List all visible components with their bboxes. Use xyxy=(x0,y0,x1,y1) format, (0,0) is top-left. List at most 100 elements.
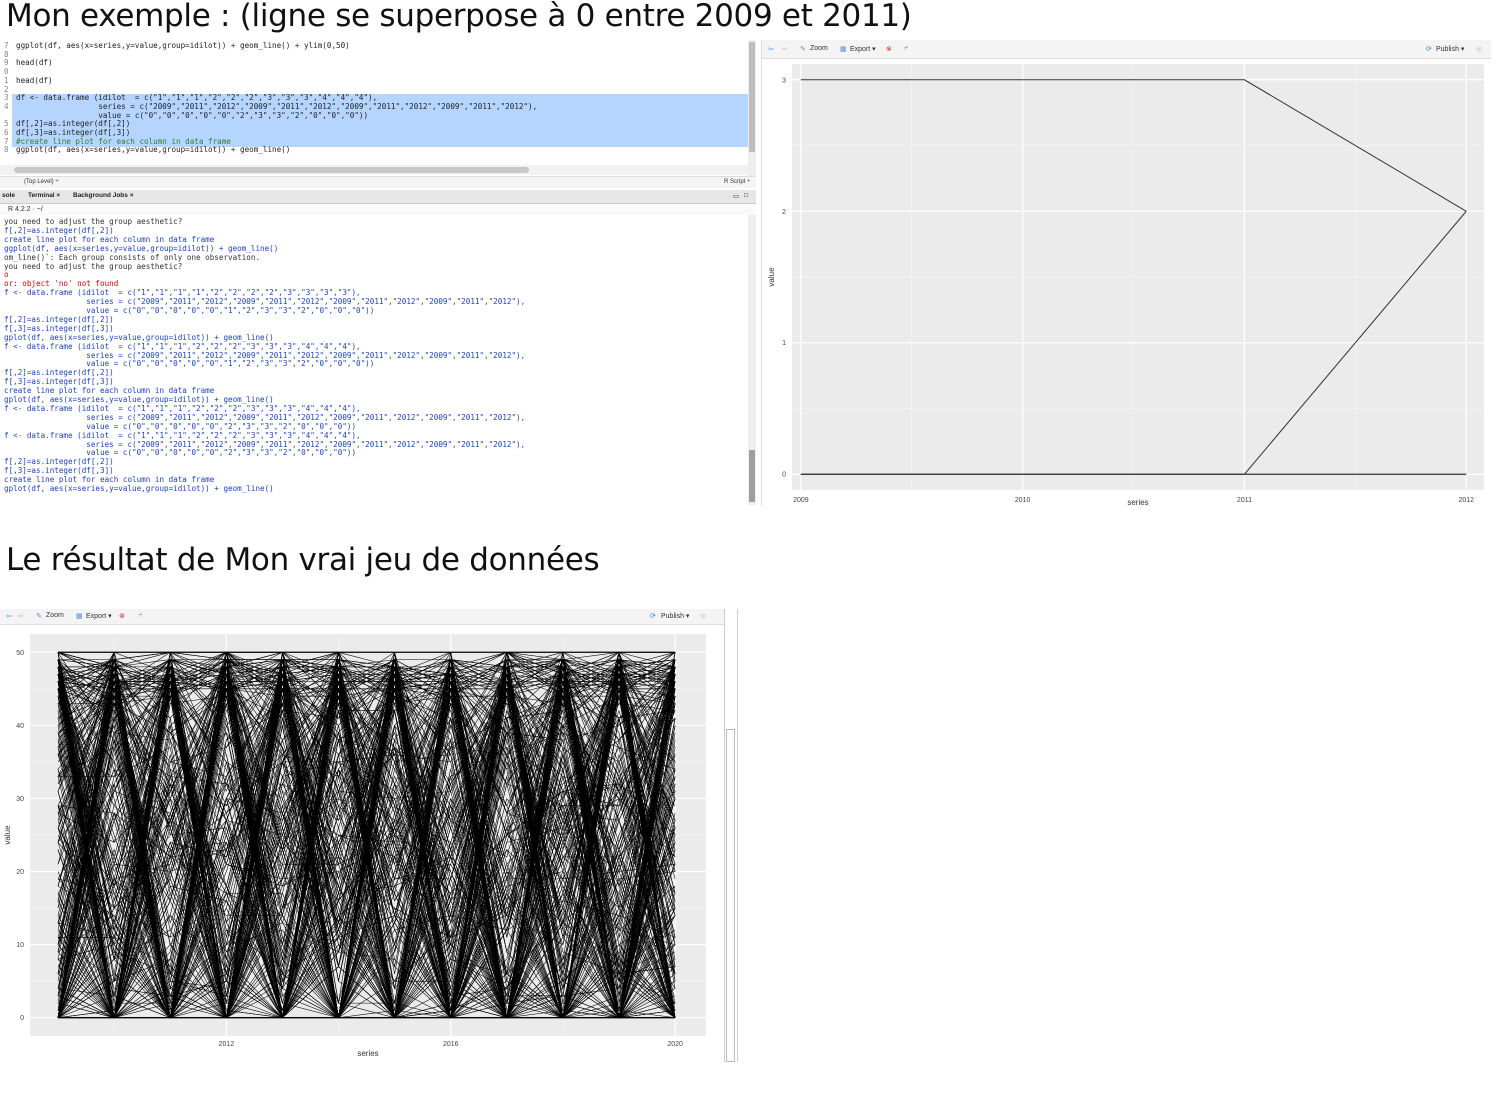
zoom-icon[interactable]: ✎ xyxy=(36,612,42,620)
code-text: ggplot(df, aes(x=series,y=value,group=id… xyxy=(16,145,291,155)
x-tick-label: 2012 xyxy=(219,1041,235,1048)
scope-selector[interactable]: (Top Level) ÷ xyxy=(24,179,59,185)
forward-arrow-icon[interactable]: ⇨ xyxy=(782,45,788,53)
remove-plot-icon[interactable]: ⊗ xyxy=(119,612,125,620)
back-arrow-icon[interactable]: ⇦ xyxy=(768,45,774,53)
console-line: gplot(df, aes(x=series,y=value,group=idi… xyxy=(4,484,274,493)
minimize-icon[interactable]: ▭ xyxy=(733,192,739,200)
code-line[interactable]: 6 df[,3]=as.integer(df[,3]) xyxy=(0,128,130,137)
code-line[interactable]: 7 #create line plot for each column in da… xyxy=(0,137,231,146)
maximize-icon[interactable]: □ xyxy=(744,192,748,199)
tab-background-jobs[interactable]: Background Jobs × xyxy=(73,192,134,199)
code-line[interactable]: 0 xyxy=(0,67,16,76)
code-line[interactable]: 2 xyxy=(0,85,16,94)
y-tick-label: 10 xyxy=(16,942,24,949)
console-line: f[,3]=as.integer(df[,3]) xyxy=(4,323,114,333)
console-line: om_line()`: Each group consists of only … xyxy=(4,252,261,262)
line-number: 7 xyxy=(4,136,9,146)
x-tick-label: 2010 xyxy=(1015,497,1031,504)
line-number: 5 xyxy=(4,119,9,129)
zoom-icon[interactable]: ✎ xyxy=(800,45,806,53)
export-button[interactable]: Export ▾ xyxy=(850,45,876,53)
editor-hscrollbar[interactable] xyxy=(0,165,748,175)
console-line: you need to adjust the group aesthetic? xyxy=(4,217,183,226)
console-line: series = c("2009","2011","2012","2009","… xyxy=(4,297,526,307)
zoom-button[interactable]: Zoom xyxy=(810,45,828,52)
code-text: value = c("0","0","0","0","0","2","3","3… xyxy=(16,110,369,120)
code-line[interactable]: 3 df <- data.frame (idilot = c("1","1","1… xyxy=(0,93,377,102)
y-tick-label: 0 xyxy=(782,472,786,479)
console-line: create line plot for each column in data… xyxy=(4,475,215,485)
code-line[interactable]: 9 head(df) xyxy=(0,58,53,67)
console-line: f <- data.frame (idilot = c("1","1","1",… xyxy=(4,288,361,298)
back-arrow-icon[interactable]: ⇦ xyxy=(6,612,12,620)
console-line: you need to adjust the group aesthetic? xyxy=(4,261,183,271)
tab-console[interactable]: sole xyxy=(2,192,15,199)
tab-terminal[interactable]: Terminal × xyxy=(28,192,60,199)
r-version-label: R 4.2.2 · ~/ xyxy=(8,206,43,213)
editor-scroll-thumb[interactable] xyxy=(749,42,755,152)
broom-icon[interactable]: ⌿ xyxy=(904,45,908,53)
editor-statusbar: (Top Level) ÷ R Script ÷ xyxy=(0,176,756,188)
code-line[interactable]: 8 ggplot(df, aes(x=series,y=value,group=i… xyxy=(0,145,290,154)
console-line: f[,2]=as.integer(df[,2]) xyxy=(4,314,114,324)
export-button[interactable]: Export ▾ xyxy=(86,612,112,620)
code-text: df[,3]=as.integer(df[,3]) xyxy=(16,128,131,137)
plot-pane-scroll-thumb[interactable] xyxy=(726,729,735,1062)
publish-button[interactable]: Publish ▾ xyxy=(1436,45,1464,53)
console-scroll-thumb[interactable] xyxy=(749,450,755,502)
export-icon[interactable]: ▦ xyxy=(76,612,83,620)
code-text: ggplot(df, aes(x=series,y=value,group=id… xyxy=(16,41,350,50)
y-tick-label: 40 xyxy=(16,723,24,730)
editor-scrollbar[interactable] xyxy=(748,40,756,176)
refresh-icon[interactable]: ◎ xyxy=(700,612,706,620)
console-line: create line plot for each column in data… xyxy=(4,386,215,396)
console-line: gplot(df, aes(x=series,y=value,group=idi… xyxy=(4,332,274,342)
code-text: head(df) xyxy=(16,75,53,85)
publish-button[interactable]: Publish ▾ xyxy=(661,612,689,620)
code-line[interactable]: 1 head(df) xyxy=(0,76,53,85)
filetype-selector[interactable]: R Script ÷ xyxy=(724,179,750,185)
console-line: f[,2]=as.integer(df[,2]) xyxy=(4,368,114,378)
console-line: f[,2]=as.integer(df[,2]) xyxy=(4,457,114,467)
code-text: #create line plot for each column in dat… xyxy=(16,136,231,146)
x-axis-label: series xyxy=(1127,498,1148,506)
code-text: head(df) xyxy=(16,58,53,68)
console-line: f[,2]=as.integer(df[,2]) xyxy=(4,225,114,235)
remove-plot-icon[interactable]: ⊗ xyxy=(886,45,892,53)
console-line: value = c("0","0","0","0","0","2","3","3… xyxy=(4,421,357,431)
line-number: 8 xyxy=(4,145,9,155)
code-line[interactable]: 8 xyxy=(0,50,16,59)
console-line: gplot(df, aes(x=series,y=value,group=idi… xyxy=(4,395,274,404)
console-output[interactable]: you need to adjust the group aesthetic? f… xyxy=(0,215,748,505)
publish-icon[interactable]: ⟳ xyxy=(650,612,656,620)
plot-pane-scrollbar[interactable] xyxy=(724,609,738,1062)
code-line[interactable]: value = c("0","0","0","0","0","2","3","3… xyxy=(0,111,368,120)
line-number: 6 xyxy=(4,128,9,137)
publish-icon[interactable]: ⟳ xyxy=(1426,45,1432,53)
console-line: value = c("0","0","0","0","0","1","2","3… xyxy=(4,359,375,369)
refresh-icon[interactable]: ◎ xyxy=(1476,45,1482,53)
y-tick-label: 2 xyxy=(782,209,786,216)
code-line[interactable]: 4 series = c("2009","2011","2012","2009"… xyxy=(0,102,537,111)
broom-icon[interactable]: ⌿ xyxy=(138,612,142,620)
console-line: f <- data.frame (idilot = c("1","1","1",… xyxy=(4,403,361,413)
zoom-button[interactable]: Zoom xyxy=(46,612,64,619)
console-line: series = c("2009","2011","2012","2009","… xyxy=(4,412,526,422)
line-number: 4 xyxy=(4,101,9,111)
code-text: series = c("2009","2011","2012","2009","… xyxy=(16,101,538,111)
console-line: series = c("2009","2011","2012","2009","… xyxy=(4,439,526,449)
line-number: 2 xyxy=(4,84,9,94)
y-tick-label: 50 xyxy=(16,650,24,657)
y-tick-label: 1 xyxy=(782,340,786,347)
line-number: 3 xyxy=(4,93,9,103)
console-scrollbar[interactable] xyxy=(748,215,756,505)
code-line[interactable]: 7 ggplot(df, aes(x=series,y=value,group=i… xyxy=(0,41,350,50)
forward-arrow-icon[interactable]: ⇨ xyxy=(18,612,24,620)
code-line[interactable]: 5 df[,2]=as.integer(df[,2]) xyxy=(0,119,130,128)
export-icon[interactable]: ▦ xyxy=(840,45,847,53)
console-line: f <- data.frame (idilot = c("1","1","1",… xyxy=(4,341,361,351)
x-tick-label: 2012 xyxy=(1458,497,1474,504)
editor-hscroll-thumb[interactable] xyxy=(14,167,529,173)
y-tick-label: 20 xyxy=(16,869,24,876)
